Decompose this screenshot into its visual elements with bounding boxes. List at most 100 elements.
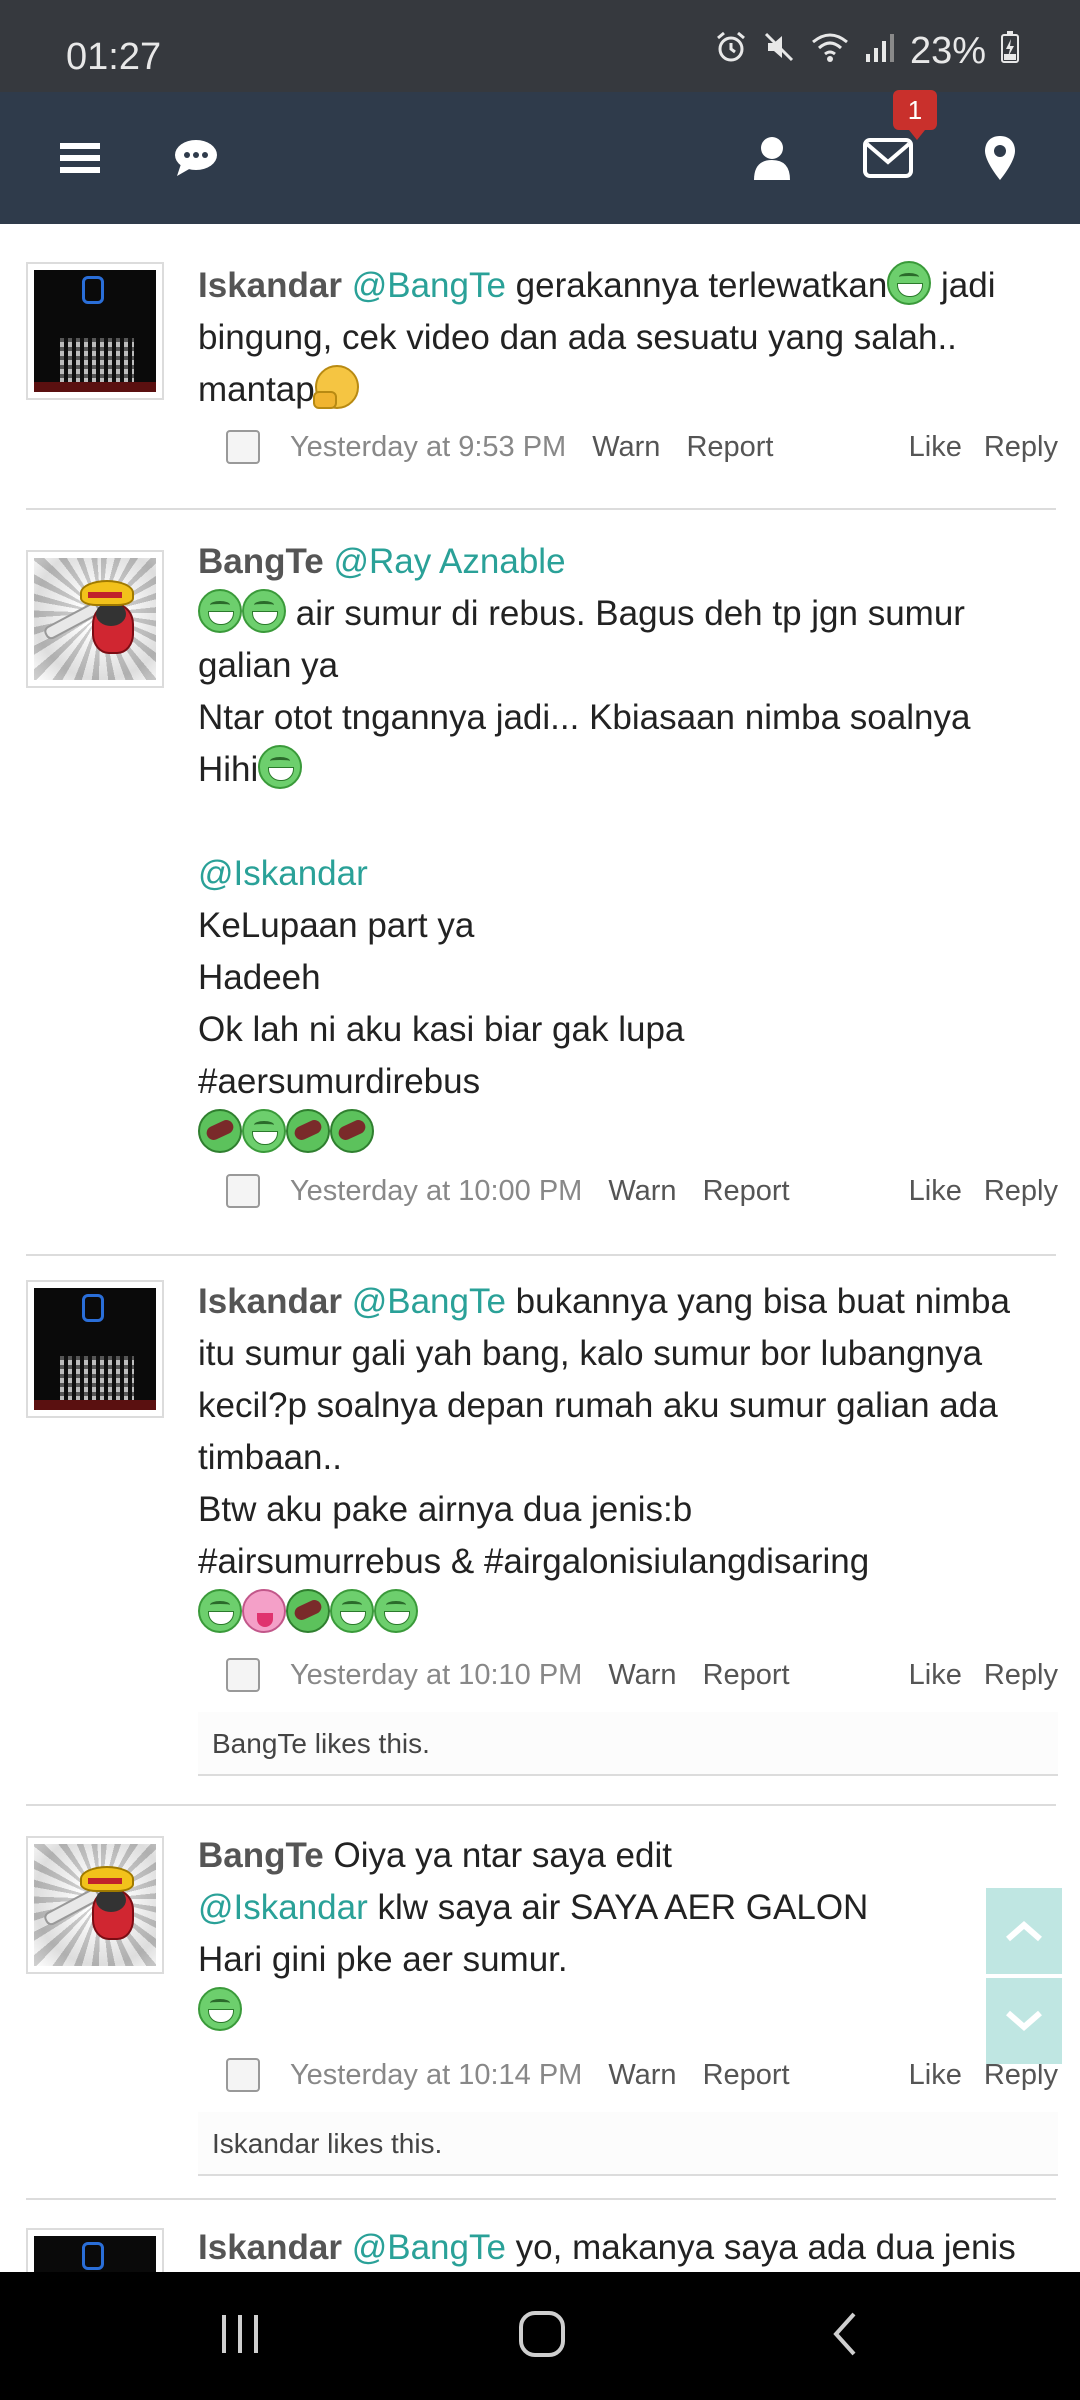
scroll-down-button[interactable]: [986, 1978, 1062, 2064]
chat-icon[interactable]: [170, 134, 222, 182]
comment-text: mantap: [198, 370, 315, 409]
avatar[interactable]: [26, 2228, 164, 2272]
recent-apps-icon[interactable]: [210, 2302, 270, 2366]
mail-badge: 1: [893, 90, 937, 140]
comment-text: Ntar otot tngannya jadi... Kbiasaan nimb…: [198, 698, 971, 737]
back-icon[interactable]: [820, 2302, 870, 2366]
status-bar: 01:27 23%: [0, 0, 1080, 92]
mask-emoji-icon: [286, 1109, 330, 1153]
signal-icon: [864, 30, 896, 73]
comment-author[interactable]: BangTe: [198, 542, 324, 581]
battery-percent: 23%: [909, 30, 986, 72]
comment-body: Iskandar @BangTe yo, makanya saya ada du…: [198, 2222, 1058, 2272]
comment-text: Hari gini pke aer sumur.: [198, 1940, 568, 1979]
comment-body: Iskandar @BangTe bukannya yang bisa buat…: [198, 1276, 1058, 1640]
qr-avatar-image: [34, 2236, 156, 2272]
comment-text: #aersumurdirebus: [198, 1062, 481, 1101]
like-link[interactable]: Like: [909, 431, 962, 464]
comment-author[interactable]: BangTe: [198, 1836, 324, 1875]
grin-emoji-icon: [242, 589, 286, 633]
avatar[interactable]: [26, 262, 164, 400]
grin-emoji-icon: [198, 589, 242, 633]
thinking-emoji-icon: [312, 365, 359, 409]
grin-emoji-icon: [242, 1109, 286, 1153]
avatar[interactable]: [26, 1280, 164, 1418]
location-icon[interactable]: [980, 130, 1020, 186]
system-navigation-bar: [0, 2272, 1080, 2400]
qr-avatar-image: [34, 1288, 156, 1410]
likes-user-link[interactable]: Iskandar: [212, 2128, 319, 2159]
comment-author[interactable]: Iskandar: [198, 1282, 342, 1321]
comment-author[interactable]: Iskandar: [198, 2228, 342, 2267]
comment-timestamp[interactable]: Yesterday at 9:53 PM: [290, 431, 566, 464]
scroll-up-icon: [1006, 1921, 1042, 1942]
comment-text: gerakannya terlewatkan: [505, 266, 888, 305]
comment-text: timbaan..: [198, 1438, 342, 1477]
warn-link[interactable]: Warn: [608, 2059, 676, 2092]
warn-link[interactable]: Warn: [608, 1175, 676, 1208]
grin-emoji-icon: [330, 1589, 374, 1633]
grin-emoji-icon: [374, 1589, 418, 1633]
report-link[interactable]: Report: [686, 431, 773, 464]
comment-text: Btw aku pake airnya dua jenis:b: [198, 1490, 693, 1529]
scroll-down-icon: [1006, 2010, 1042, 2031]
mention-link[interactable]: @Iskandar: [198, 854, 368, 893]
comment-text: Oiya ya ntar saya edit: [323, 1836, 672, 1875]
user-icon[interactable]: [748, 132, 796, 184]
home-icon[interactable]: [510, 2302, 574, 2366]
warn-link[interactable]: Warn: [608, 1659, 676, 1692]
reply-link[interactable]: Reply: [984, 1659, 1058, 1692]
mention-link[interactable]: @Ray Aznable: [333, 542, 565, 581]
top-navigation-bar: 1: [0, 90, 1080, 224]
report-link[interactable]: Report: [703, 1175, 790, 1208]
comment-text: Ok lah ni aku kasi biar gak lupa: [198, 1010, 685, 1049]
alarm-icon: [714, 30, 748, 73]
likes-suffix: likes this.: [306, 1728, 430, 1759]
comment-meta: Yesterday at 10:10 PM Warn Report Like R…: [198, 1650, 1058, 1700]
like-link[interactable]: Like: [909, 2059, 962, 2092]
comment-meta: Yesterday at 9:53 PM Warn Report Like Re…: [198, 422, 1058, 472]
comment-author[interactable]: Iskandar: [198, 266, 342, 305]
select-checkbox[interactable]: [226, 1174, 260, 1208]
report-link[interactable]: Report: [703, 1659, 790, 1692]
comment-timestamp[interactable]: Yesterday at 10:14 PM: [290, 2059, 582, 2092]
menu-icon[interactable]: [56, 134, 104, 182]
likes-user-link[interactable]: BangTe: [212, 1728, 307, 1759]
qr-avatar-image: [34, 270, 156, 392]
comment-post: BangTe Oiya ya ntar saya edit @Iskandar …: [26, 1808, 1058, 2200]
battery-icon: [1000, 30, 1020, 73]
comment-text: KeLupaan part ya: [198, 906, 475, 945]
grin-emoji-icon: [887, 261, 932, 305]
comment-text: bukannya yang bisa buat nimba: [505, 1282, 1010, 1321]
comment-meta: Yesterday at 10:14 PM Warn Report Like R…: [198, 2050, 1058, 2100]
avatar[interactable]: [26, 1836, 164, 1974]
toon-avatar-image: [34, 1844, 156, 1966]
mention-link[interactable]: @BangTe: [352, 2228, 506, 2267]
comment-timestamp[interactable]: Yesterday at 10:00 PM: [290, 1175, 582, 1208]
avatar[interactable]: [26, 550, 164, 688]
select-checkbox[interactable]: [226, 2058, 260, 2092]
like-link[interactable]: Like: [909, 1175, 962, 1208]
mention-link[interactable]: @Iskandar: [198, 1888, 368, 1927]
tongue-emoji-icon: [242, 1589, 286, 1633]
comment-body: BangTe @Ray Aznable air sumur di rebus. …: [198, 536, 1058, 1160]
thread-content: Iskandar @BangTe gerakannya terlewatkan …: [0, 224, 1080, 2272]
mention-link[interactable]: @BangTe: [352, 1282, 506, 1321]
likes-suffix: likes this.: [319, 2128, 443, 2159]
reply-link[interactable]: Reply: [984, 1175, 1058, 1208]
mail-icon[interactable]: [860, 134, 916, 182]
comment-timestamp[interactable]: Yesterday at 10:10 PM: [290, 1659, 582, 1692]
select-checkbox[interactable]: [226, 1658, 260, 1692]
status-icons: 23%: [714, 30, 1020, 73]
grin-emoji-icon: [198, 1589, 242, 1633]
scroll-up-button[interactable]: [986, 1888, 1062, 1974]
reply-link[interactable]: Reply: [984, 431, 1058, 464]
mention-link[interactable]: @BangTe: [352, 266, 506, 305]
comment-body: Iskandar @BangTe gerakannya terlewatkan …: [198, 260, 1058, 416]
warn-link[interactable]: Warn: [592, 431, 660, 464]
post-divider: [26, 1804, 1056, 1806]
comment-text: galian ya: [198, 646, 339, 685]
select-checkbox[interactable]: [226, 430, 260, 464]
like-link[interactable]: Like: [909, 1659, 962, 1692]
report-link[interactable]: Report: [703, 2059, 790, 2092]
